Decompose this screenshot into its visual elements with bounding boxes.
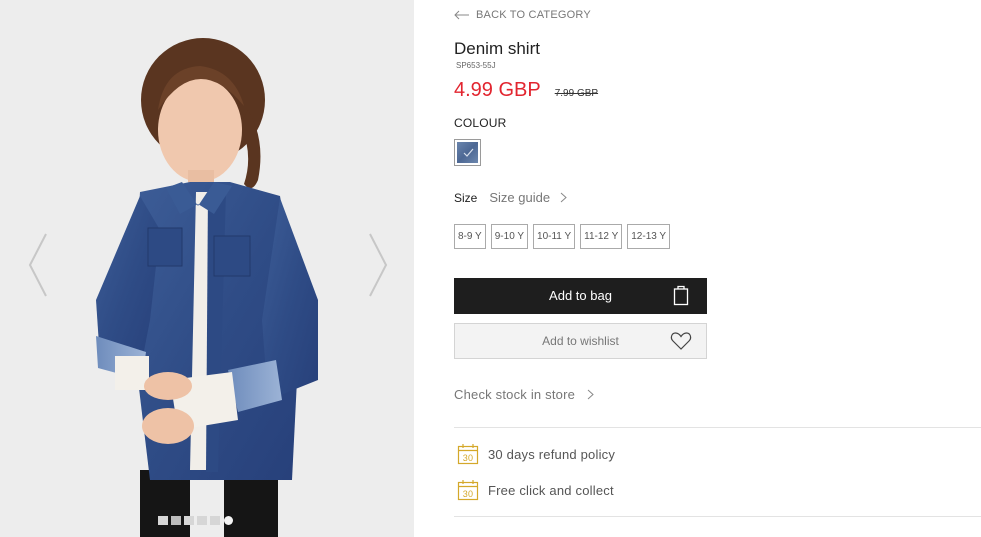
shopping-bag-icon (673, 285, 689, 306)
back-to-category-link[interactable]: BACK TO CATEGORY (454, 9, 591, 21)
product-gallery (0, 0, 414, 537)
refund-policy-item: 30 30 days refund policy (457, 443, 615, 465)
gallery-dot[interactable] (197, 515, 207, 525)
gallery-dot[interactable] (171, 515, 181, 525)
original-price: 7.99 GBP (554, 88, 599, 99)
size-option[interactable]: 8-9 Y (454, 224, 486, 249)
size-options: 8-9 Y 9-10 Y 10-11 Y 11-12 Y 12-13 Y (454, 224, 671, 249)
colour-label: COLOUR (454, 116, 507, 130)
add-to-bag-label: Add to bag (549, 288, 612, 303)
gallery-prev-arrow-icon[interactable] (26, 232, 50, 298)
check-stock-link[interactable]: Check stock in store (454, 387, 594, 402)
size-guide-link[interactable]: Size guide (489, 190, 550, 205)
divider (454, 427, 981, 428)
product-sku: SP653-55J (456, 61, 496, 70)
sale-price: 4.99 GBP (454, 79, 541, 101)
click-collect-label: Free click and collect (488, 482, 614, 498)
add-to-wishlist-label: Add to wishlist (542, 334, 619, 348)
calendar-icon: 30 (457, 480, 479, 501)
add-to-bag-button[interactable]: Add to bag (454, 278, 707, 314)
gallery-next-arrow-icon[interactable] (366, 232, 390, 298)
size-option[interactable]: 11-12 Y (580, 224, 623, 249)
size-option[interactable]: 12-13 Y (627, 224, 671, 249)
divider (454, 516, 981, 517)
gallery-pagination (158, 514, 233, 526)
chevron-right-icon (560, 192, 567, 203)
arrow-left-icon (454, 10, 469, 20)
refund-policy-label: 30 days refund policy (488, 446, 616, 462)
size-label: Size (454, 190, 478, 205)
product-title: Denim shirt (454, 39, 540, 58)
heart-icon (670, 332, 692, 350)
colour-swatch-denim[interactable] (454, 139, 481, 166)
add-to-wishlist-button[interactable]: Add to wishlist (454, 323, 707, 359)
check-icon (463, 148, 474, 157)
gallery-dot[interactable] (184, 515, 194, 525)
chevron-right-icon (587, 389, 594, 400)
calendar-icon: 30 (457, 444, 479, 465)
product-details: BACK TO CATEGORY Denim shirt SP653-55J 4… (454, 0, 981, 537)
gallery-dot[interactable] (210, 515, 220, 525)
back-link-label: BACK TO CATEGORY (476, 9, 591, 21)
price-row: 4.99 GBP 7.99 GBP (454, 79, 598, 102)
check-stock-label: Check stock in store (454, 387, 576, 402)
svg-text:30: 30 (463, 453, 473, 463)
size-row: Size Size guide (454, 190, 567, 205)
click-collect-item: 30 Free click and collect (457, 479, 614, 501)
size-option[interactable]: 10-11 Y (533, 224, 576, 249)
product-photo (0, 0, 414, 537)
svg-text:30: 30 (463, 489, 473, 499)
gallery-dot[interactable] (224, 515, 233, 525)
gallery-dot[interactable] (158, 515, 168, 525)
size-option[interactable]: 9-10 Y (490, 224, 529, 249)
